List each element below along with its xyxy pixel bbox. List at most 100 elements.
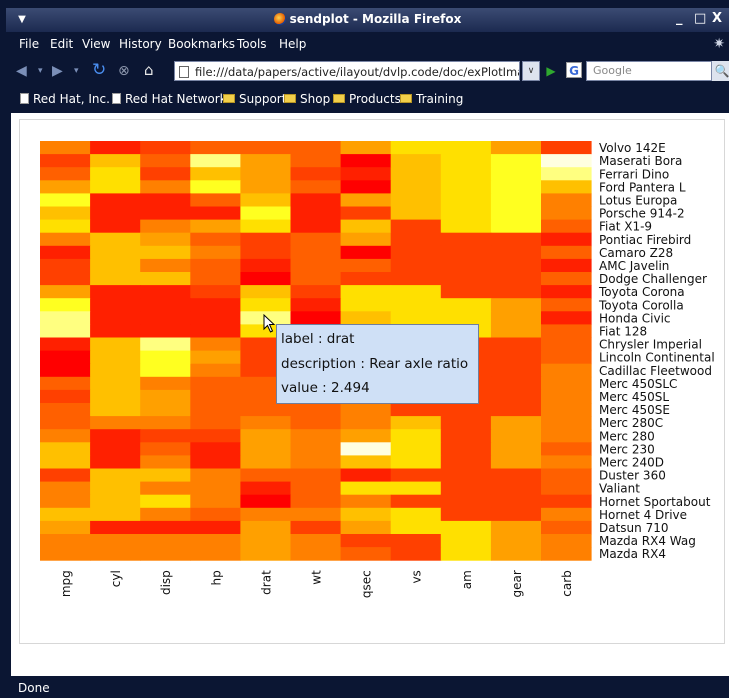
heatmap-cell-fiat-128-cyl[interactable] [90,324,141,338]
heatmap-cell-toyota-corolla-carb[interactable] [541,298,592,312]
heatmap-cell-volvo-142e-vs[interactable] [390,141,442,155]
heatmap-cell-valiant-gear[interactable] [490,481,542,496]
heatmap-cell-pontiac-firebird-drat[interactable] [240,232,291,247]
heatmap-cell-toyota-corolla-vs[interactable] [390,298,442,312]
heatmap-cell-lotus-europa-mpg[interactable] [40,193,91,207]
heatmap-cell-merc-230-mpg[interactable] [40,442,91,456]
heatmap-cell-duster-360-hp[interactable] [190,468,241,483]
heatmap-cell-lincoln-continental-mpg[interactable] [40,350,91,365]
heatmap-cell-duster-360-vs[interactable] [390,468,442,483]
heatmap-cell-mazda-rx4-wag-gear[interactable] [490,534,542,548]
heatmap-cell-merc-280c-drat[interactable] [240,416,291,430]
heatmap-cell-datsun-710-am[interactable] [440,520,492,535]
heatmap-cell-pontiac-firebird-hp[interactable] [190,232,241,247]
heatmap-cell-fiat-128-hp[interactable] [190,324,241,338]
heatmap-cell-datsun-710-drat[interactable] [240,520,291,535]
heatmap-cell-fiat-128-carb[interactable] [541,324,592,338]
heatmap-cell-hornet-sportabout-qsec[interactable] [340,494,392,509]
heatmap-cell-merc-450sl-disp[interactable] [140,389,191,404]
heatmap-cell-merc-450se-cyl[interactable] [90,403,141,417]
heatmap-cell-merc-450slc-cyl[interactable] [90,376,141,391]
heatmap-cell-toyota-corolla-cyl[interactable] [90,298,141,312]
heatmap-cell-camaro-z28-qsec[interactable] [340,245,392,260]
heatmap-cell-honda-civic-carb[interactable] [541,311,592,325]
heatmap-cell-maserati-bora-hp[interactable] [190,154,241,168]
heatmap-cell-merc-450se-wt[interactable] [290,403,342,417]
heatmap-cell-chrysler-imperial-carb[interactable] [541,337,592,352]
heatmap-cell-honda-civic-cyl[interactable] [90,311,141,325]
heatmap-cell-ferrari-dino-drat[interactable] [240,167,291,181]
heatmap-cell-ferrari-dino-mpg[interactable] [40,167,91,181]
heatmap-cell-merc-450slc-gear[interactable] [490,376,542,391]
heatmap-cell-merc-450se-disp[interactable] [140,403,191,417]
heatmap-cell-mazda-rx4-wt[interactable] [290,547,342,561]
heatmap-cell-duster-360-qsec[interactable] [340,468,392,483]
heatmap-cell-datsun-710-carb[interactable] [541,520,592,535]
heatmap-cell-porsche-914-2-wt[interactable] [290,206,342,221]
heatmap-cell-merc-240d-qsec[interactable] [340,455,392,469]
heatmap-cell-ferrari-dino-carb[interactable] [541,167,592,181]
heatmap-cell-duster-360-drat[interactable] [240,468,291,483]
heatmap-cell-hornet-4-drive-qsec[interactable] [340,507,392,522]
heatmap-cell-amc-javelin-am[interactable] [440,258,492,273]
heatmap-cell-merc-450se-vs[interactable] [390,403,442,417]
heatmap-cell-amc-javelin-cyl[interactable] [90,258,141,273]
heatmap-cell-chrysler-imperial-mpg[interactable] [40,337,91,352]
heatmap-cell-lotus-europa-qsec[interactable] [340,193,392,207]
heatmap-cell-merc-280c-am[interactable] [440,416,492,430]
heatmap-cell-ferrari-dino-qsec[interactable] [340,167,392,181]
heatmap-cell-ford-pantera-l-drat[interactable] [240,180,291,194]
heatmap-cell-amc-javelin-gear[interactable] [490,258,542,273]
heatmap-cell-lotus-europa-gear[interactable] [490,193,542,207]
heatmap-cell-valiant-disp[interactable] [140,481,191,496]
heatmap-cell-merc-450se-mpg[interactable] [40,403,91,417]
heatmap-cell-fiat-x1-9-mpg[interactable] [40,219,91,234]
heatmap-cell-porsche-914-2-carb[interactable] [541,206,592,221]
heatmap-cell-mazda-rx4-wag-cyl[interactable] [90,534,141,548]
heatmap-cell-camaro-z28-mpg[interactable] [40,245,91,260]
heatmap-cell-merc-450sl-carb[interactable] [541,389,592,404]
heatmap-cell-volvo-142e-qsec[interactable] [340,141,392,155]
heatmap-cell-chrysler-imperial-hp[interactable] [190,337,241,352]
heatmap-cell-hornet-4-drive-disp[interactable] [140,507,191,522]
heatmap-cell-mazda-rx4-disp[interactable] [140,547,191,561]
heatmap-cell-toyota-corona-hp[interactable] [190,285,241,299]
heatmap-cell-fiat-x1-9-vs[interactable] [390,219,442,234]
heatmap-cell-toyota-corolla-mpg[interactable] [40,298,91,312]
heatmap-cell-volvo-142e-disp[interactable] [140,141,191,155]
heatmap-cell-cadillac-fleetwood-carb[interactable] [541,363,592,378]
heatmap-cell-fiat-x1-9-drat[interactable] [240,219,291,234]
heatmap-cell-ferrari-dino-gear[interactable] [490,167,542,181]
heatmap-cell-merc-280c-qsec[interactable] [340,416,392,430]
heatmap-cell-lotus-europa-wt[interactable] [290,193,342,207]
heatmap-cell-merc-280-disp[interactable] [140,429,191,443]
heatmap-cell-volvo-142e-mpg[interactable] [40,141,91,155]
heatmap-cell-ferrari-dino-hp[interactable] [190,167,241,181]
heatmap-cell-pontiac-firebird-qsec[interactable] [340,232,392,247]
heatmap-cell-hornet-4-drive-carb[interactable] [541,507,592,522]
heatmap-cell-merc-240d-mpg[interactable] [40,455,91,469]
heatmap-cell-toyota-corolla-wt[interactable] [290,298,342,312]
heatmap-cell-camaro-z28-vs[interactable] [390,245,442,260]
heatmap-cell-porsche-914-2-disp[interactable] [140,206,191,221]
heatmap-cell-merc-240d-disp[interactable] [140,455,191,469]
heatmap-cell-honda-civic-gear[interactable] [490,311,542,325]
heatmap-cell-toyota-corona-wt[interactable] [290,285,342,299]
heatmap-cell-hornet-4-drive-mpg[interactable] [40,507,91,522]
heatmap-cell-merc-450slc-carb[interactable] [541,376,592,391]
heatmap-cell-volvo-142e-hp[interactable] [190,141,241,155]
heatmap-cell-mazda-rx4-mpg[interactable] [40,547,91,561]
heatmap-cell-merc-450slc-mpg[interactable] [40,376,91,391]
heatmap-cell-merc-230-vs[interactable] [390,442,442,456]
heatmap-cell-merc-280-vs[interactable] [390,429,442,443]
heatmap-cell-valiant-mpg[interactable] [40,481,91,496]
heatmap-cell-ford-pantera-l-wt[interactable] [290,180,342,194]
heatmap-cell-maserati-bora-cyl[interactable] [90,154,141,168]
heatmap-cell-merc-280c-disp[interactable] [140,416,191,430]
heatmap-cell-duster-360-cyl[interactable] [90,468,141,483]
heatmap-cell-ferrari-dino-wt[interactable] [290,167,342,181]
heatmap-cell-hornet-4-drive-gear[interactable] [490,507,542,522]
heatmap-cell-merc-280c-vs[interactable] [390,416,442,430]
heatmap-cell-pontiac-firebird-mpg[interactable] [40,232,91,247]
heatmap-cell-fiat-x1-9-cyl[interactable] [90,219,141,234]
